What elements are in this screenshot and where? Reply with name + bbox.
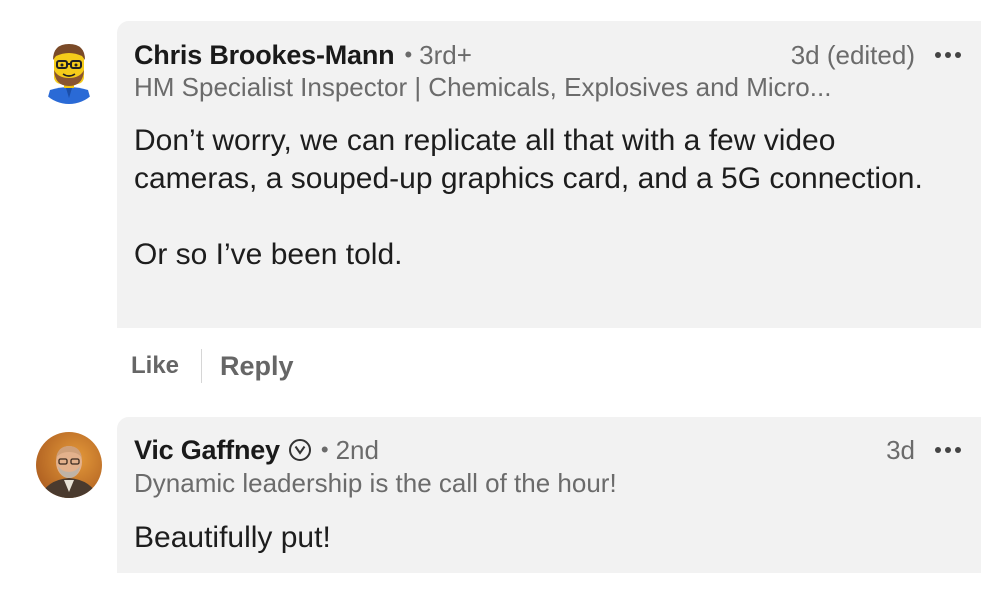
action-divider — [201, 349, 203, 383]
lego-avatar-icon — [36, 38, 102, 104]
comment-header: Chris Brookes-Mann • 3rd+ 3d (edited) — [134, 38, 961, 72]
comment-chris-brookes-mann: Chris Brookes-Mann • 3rd+ 3d (edited) HM… — [0, 0, 1005, 400]
separator-dot: • — [404, 42, 413, 67]
profile-photo-icon — [36, 432, 102, 498]
author-name[interactable]: Chris Brookes-Mann — [134, 40, 395, 71]
comment-timestamp: 3d — [886, 434, 915, 465]
connection-degree: 3rd+ — [419, 39, 472, 70]
more-options-icon[interactable] — [935, 447, 961, 453]
more-options-icon[interactable] — [935, 52, 961, 58]
verified-badge-icon — [288, 439, 311, 461]
comment-body: Beautifully put! — [134, 521, 331, 554]
author-headline: Dynamic leadership is the call of the ho… — [134, 468, 617, 498]
reply-button[interactable]: Reply — [220, 351, 294, 382]
author-name[interactable]: Vic Gaffney — [134, 435, 280, 466]
like-button[interactable]: Like — [131, 352, 179, 380]
author-headline: HM Specialist Inspector | Chemicals, Exp… — [134, 72, 832, 102]
connection-degree: 2nd — [335, 434, 379, 465]
comment-actions: Like Reply — [131, 346, 294, 386]
separator-dot: • — [320, 437, 329, 462]
comment-header: Vic Gaffney • 2nd 3d — [134, 433, 961, 467]
author-avatar[interactable] — [36, 38, 102, 104]
comment-bubble: Chris Brookes-Mann • 3rd+ 3d (edited) HM… — [117, 21, 981, 328]
comment-timestamp: 3d (edited) — [790, 39, 915, 70]
comment-body: Don’t worry, we can replicate all that w… — [134, 124, 923, 271]
comment-bubble: Vic Gaffney • 2nd 3d Dynamic leadership … — [117, 417, 981, 573]
author-avatar[interactable] — [36, 432, 102, 498]
comment-vic-gaffney: Vic Gaffney • 2nd 3d Dynamic leadership … — [0, 400, 1005, 591]
